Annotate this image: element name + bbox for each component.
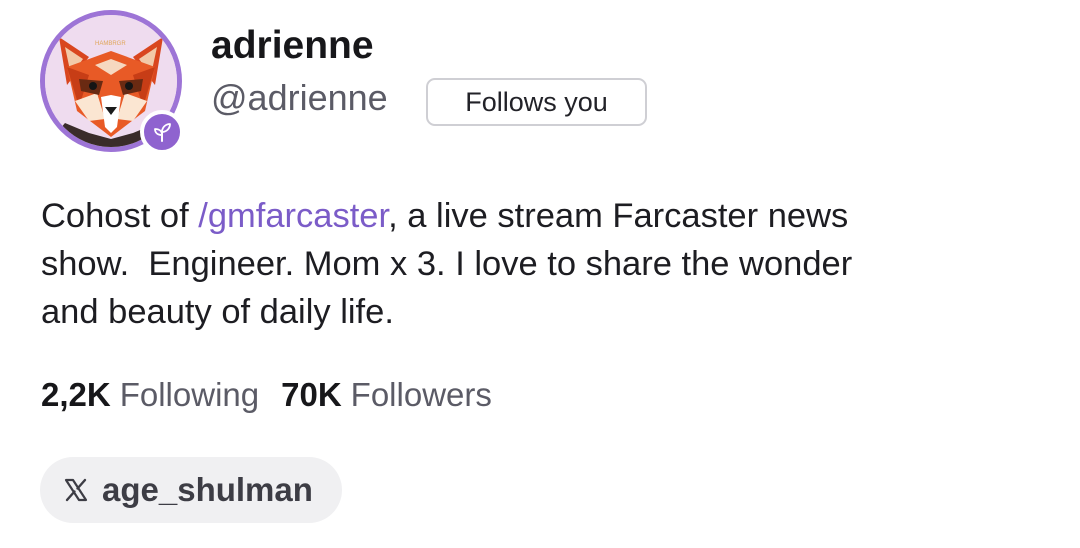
bio-line-3: and beauty of daily life. <box>41 293 394 331</box>
followers-label: Followers <box>350 376 492 413</box>
x-handle: age_shulman <box>102 471 313 508</box>
profile-stats: 2,2K Following 70K Followers <box>41 373 492 417</box>
x-account-chip[interactable]: age_shulman <box>40 457 342 523</box>
followers-count: 70K <box>281 376 342 413</box>
bio-text: , a live stream Farcaster news <box>388 197 849 235</box>
following-stat[interactable]: 2,2K Following <box>41 373 259 417</box>
bio-text: Cohost of <box>41 197 199 235</box>
followers-stat[interactable]: 70K Followers <box>281 373 492 417</box>
display-name: adrienne <box>211 24 374 67</box>
following-label: Following <box>119 376 260 413</box>
x-logo-icon <box>64 478 88 502</box>
bio-line-2: show. Engineer. Mom x 3. I love to share… <box>41 245 853 283</box>
channel-mention-link[interactable]: /gmfarcaster <box>198 197 388 235</box>
profile-bio: Cohost of /gmfarcaster, a live stream Fa… <box>41 192 1051 336</box>
power-badge[interactable] <box>140 110 184 154</box>
following-count: 2,2K <box>41 376 111 413</box>
bio-line-1: Cohost of /gmfarcaster, a live stream Fa… <box>41 192 1051 240</box>
avatar-sign-text: HAMBRGR <box>95 41 126 47</box>
username: @adrienne <box>211 77 388 118</box>
profile-avatar-container[interactable]: HAMBRGR <box>40 10 184 154</box>
sprout-icon <box>154 123 171 142</box>
follows-you-badge: Follows you <box>426 78 647 126</box>
